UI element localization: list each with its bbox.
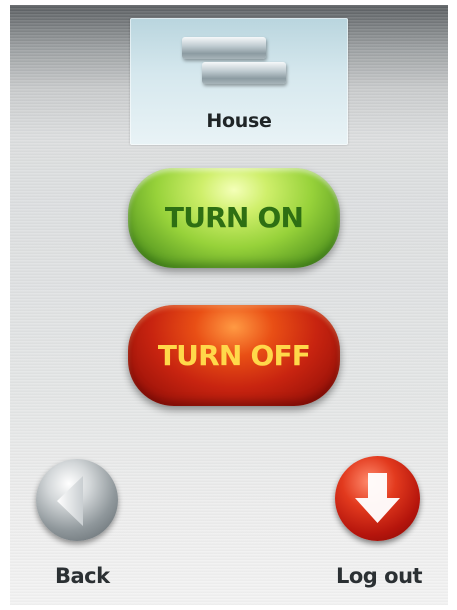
house-icon	[182, 29, 292, 91]
back-button[interactable]	[36, 459, 118, 541]
logout-label: Log out	[336, 564, 423, 588]
logout-arrow-icon	[355, 473, 400, 523]
logout-button[interactable]	[335, 456, 420, 541]
back-label: Back	[55, 564, 110, 588]
turn-on-button[interactable]: TURN ON	[128, 168, 340, 268]
back-arrow-icon	[57, 476, 83, 526]
house-icon-slab-back	[182, 37, 266, 59]
turn-off-button[interactable]: TURN OFF	[128, 305, 340, 406]
house-device-tile[interactable]: House	[130, 18, 348, 145]
remote-screen: House TURN ON TURN OFF Back Log out	[10, 5, 448, 605]
house-label: House	[206, 110, 272, 132]
house-icon-slab-front	[202, 62, 286, 84]
